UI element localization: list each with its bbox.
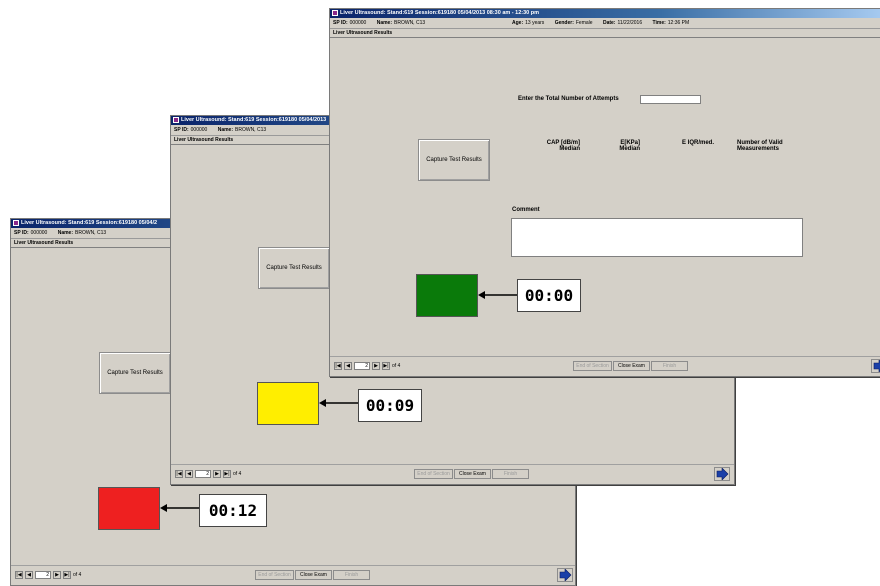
column-header-e-line2: Median — [619, 146, 640, 152]
age-label: Age: — [512, 20, 524, 26]
column-header-valid-line2: Measurements — [737, 146, 780, 152]
right-arrow-icon — [716, 468, 729, 480]
left-arrow-icon — [478, 291, 518, 299]
left-arrow-icon — [319, 399, 359, 407]
capture-test-results-button[interactable]: Capture Test Results — [418, 139, 490, 181]
column-header-iqr-line1: E IQR/med. — [682, 140, 715, 146]
timer-color-indicator-yellow — [257, 382, 319, 425]
page-count: of 4 — [233, 471, 242, 477]
time-value: 12:36 PM — [667, 20, 690, 26]
name-value: BROWN, C13 — [75, 230, 107, 236]
sp-id-label: SP ID: — [333, 20, 348, 26]
right-arrow-icon — [873, 360, 880, 372]
participant-info-bar: SP ID: 000000 Name: BROWN, C13 Age: 13 year… — [330, 18, 880, 29]
finish-button[interactable]: Finish — [651, 361, 688, 371]
app-icon — [13, 220, 19, 226]
finish-button[interactable]: Finish — [333, 570, 370, 580]
timer-display-middle: 00:09 — [358, 389, 422, 422]
window-title: Liver Ultrasound: Stand:619 Session:6191… — [21, 220, 158, 226]
timer-display-front: 00:00 — [517, 279, 581, 312]
close-exam-button[interactable]: Close Exam — [613, 361, 650, 371]
last-page-button[interactable]: ▶| — [223, 470, 231, 478]
next-section-arrow-button[interactable] — [714, 467, 730, 481]
gender-value: Female — [575, 20, 593, 26]
exam-window-front: Liver Ultrasound: Stand:619 Session:6191… — [329, 8, 880, 377]
last-page-button[interactable]: ▶| — [382, 362, 390, 370]
column-header-iqr: E IQR/med. — [682, 140, 714, 146]
right-arrow-icon — [559, 569, 572, 581]
finish-button[interactable]: Finish — [492, 469, 529, 479]
navigation-bar: |◀ ◀ 2 ▶ ▶| of 4 End of Section Close Ex… — [11, 565, 575, 585]
navigation-bar: |◀ ◀ 2 ▶ ▶| of 4 End of Section Close Ex… — [171, 464, 734, 484]
column-header-valid: Number of Valid Measurements — [737, 140, 783, 152]
date-label: Date: — [602, 20, 616, 26]
page-number-field[interactable]: 2 — [195, 470, 211, 478]
name-label: Name: — [57, 230, 74, 236]
page-count: of 4 — [392, 363, 401, 369]
first-page-button[interactable]: |◀ — [175, 470, 183, 478]
column-header-cap: CAP [dB/m] Median — [544, 140, 580, 152]
app-icon — [332, 10, 338, 16]
comment-textarea[interactable] — [511, 218, 803, 257]
age-value: 13 years — [525, 20, 545, 26]
sp-id-label: SP ID: — [14, 230, 29, 236]
capture-test-results-button[interactable]: Capture Test Results — [258, 247, 330, 289]
comment-label: Comment — [512, 207, 540, 213]
sp-id-label: SP ID: — [174, 127, 189, 133]
date-value: 11/22/2016 — [617, 20, 643, 26]
gender-label: Gender: — [554, 20, 574, 26]
first-page-button[interactable]: |◀ — [334, 362, 342, 370]
next-section-arrow-button[interactable] — [557, 568, 573, 582]
page-count: of 4 — [73, 572, 82, 578]
navigation-bar: |◀ ◀ 2 ▶ ▶| of 4 End of Section Close Ex… — [330, 356, 880, 376]
next-page-button[interactable]: ▶ — [213, 470, 221, 478]
sp-id-value: 000000 — [190, 127, 208, 133]
window-title: Liver Ultrasound: Stand:619 Session:6191… — [340, 10, 540, 16]
name-value: BROWN, C13 — [394, 20, 426, 26]
next-page-button[interactable]: ▶ — [53, 571, 61, 579]
sp-id-value: 000000 — [30, 230, 48, 236]
prev-page-button[interactable]: ◀ — [344, 362, 352, 370]
sp-id-value: 000000 — [349, 20, 367, 26]
section-title: Liver Ultrasound Results — [330, 29, 880, 38]
first-page-button[interactable]: |◀ — [15, 571, 23, 579]
end-of-section-button[interactable]: End of Section — [255, 570, 294, 580]
end-of-section-button[interactable]: End of Section — [573, 361, 612, 371]
column-header-e: E[KPa] Median — [616, 140, 640, 152]
next-page-button[interactable]: ▶ — [372, 362, 380, 370]
prev-page-button[interactable]: ◀ — [25, 571, 33, 579]
app-icon — [173, 117, 179, 123]
left-arrow-icon — [160, 504, 200, 512]
prev-page-button[interactable]: ◀ — [185, 470, 193, 478]
next-section-arrow-button[interactable] — [871, 359, 880, 373]
close-exam-button[interactable]: Close Exam — [295, 570, 332, 580]
timer-color-indicator-green — [416, 274, 478, 317]
capture-test-results-button[interactable]: Capture Test Results — [99, 352, 171, 394]
timer-display-back: 00:12 — [199, 494, 267, 527]
name-value: BROWN, C13 — [235, 127, 267, 133]
title-bar[interactable]: Liver Ultrasound: Stand:619 Session:6191… — [330, 9, 880, 18]
name-label: Name: — [217, 127, 234, 133]
close-exam-button[interactable]: Close Exam — [454, 469, 491, 479]
page-number-field[interactable]: 2 — [354, 362, 370, 370]
name-label: Name: — [376, 20, 393, 26]
time-label: Time: — [652, 20, 666, 26]
page-number-field[interactable]: 2 — [35, 571, 51, 579]
attempts-input[interactable] — [640, 95, 701, 104]
attempts-label: Enter the Total Number of Attempts — [518, 96, 619, 102]
end-of-section-button[interactable]: End of Section — [414, 469, 453, 479]
last-page-button[interactable]: ▶| — [63, 571, 71, 579]
column-header-cap-line2: Median — [559, 146, 580, 152]
window-title: Liver Ultrasound: Stand:619 Session:6191… — [181, 117, 327, 123]
timer-color-indicator-red — [98, 487, 160, 530]
